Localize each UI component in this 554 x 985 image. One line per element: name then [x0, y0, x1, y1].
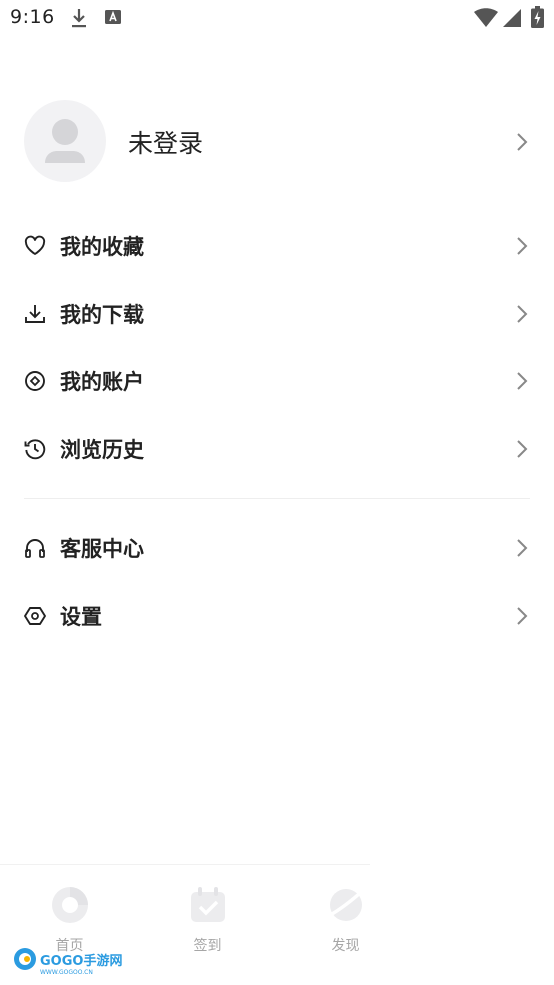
signal-icon [502, 8, 521, 32]
watermark-logo: GOGO手游网 WWW.GOGOO.CN [12, 944, 122, 976]
tab-discover[interactable]: 发现 [284, 865, 407, 985]
section-divider [24, 498, 530, 499]
download-icon [70, 8, 88, 32]
wifi-icon [474, 8, 498, 32]
menu-item-favorites[interactable]: 我的收藏 [0, 218, 554, 274]
menu-item-history[interactable]: 浏览历史 [0, 421, 554, 477]
menu-item-customer-service[interactable]: 客服中心 [0, 520, 554, 576]
menu-label: 浏览历史 [60, 438, 144, 462]
menu-item-settings[interactable]: 设置 [0, 588, 554, 644]
menu-label: 我的账户 [60, 370, 144, 394]
tab-checkin[interactable]: 签到 [146, 865, 269, 985]
login-status: 未登录 [128, 129, 204, 158]
chevron-right-icon [516, 236, 528, 260]
menu-label: 我的收藏 [60, 235, 144, 259]
chevron-right-icon [516, 439, 528, 463]
settings-hexagon-icon [24, 605, 46, 627]
chevron-right-icon [516, 304, 528, 328]
menu-label: 客服中心 [60, 537, 144, 561]
status-time: 9:16 [10, 6, 55, 28]
chevron-right-icon [516, 371, 528, 395]
headset-icon [24, 537, 46, 559]
tab-label: 发现 [331, 938, 360, 954]
discover-planet-icon [326, 885, 366, 925]
font-a-icon [105, 8, 121, 30]
watermark-url: WWW.GOGOO.CN [40, 969, 93, 976]
menu-label: 设置 [60, 605, 102, 629]
profile-login-row[interactable]: 未登录 [0, 100, 554, 184]
home-icon [50, 885, 90, 925]
tab-label: 签到 [193, 938, 222, 954]
watermark-brand: GOGO手游网 [40, 953, 122, 969]
chevron-right-icon [516, 132, 528, 156]
chevron-right-icon [516, 606, 528, 630]
checkin-icon [188, 885, 228, 925]
menu-item-downloads[interactable]: 我的下载 [0, 286, 554, 342]
user-placeholder-icon [45, 119, 85, 163]
menu-item-account[interactable]: 我的账户 [0, 353, 554, 409]
chevron-right-icon [516, 538, 528, 562]
status-bar: 9:16 [0, 0, 554, 36]
account-coin-icon [24, 370, 46, 392]
history-icon [24, 438, 46, 460]
menu-label: 我的下载 [60, 303, 144, 327]
heart-icon [24, 235, 46, 257]
avatar[interactable] [24, 100, 106, 182]
battery-charging-icon [531, 6, 544, 32]
download-icon [24, 303, 46, 325]
